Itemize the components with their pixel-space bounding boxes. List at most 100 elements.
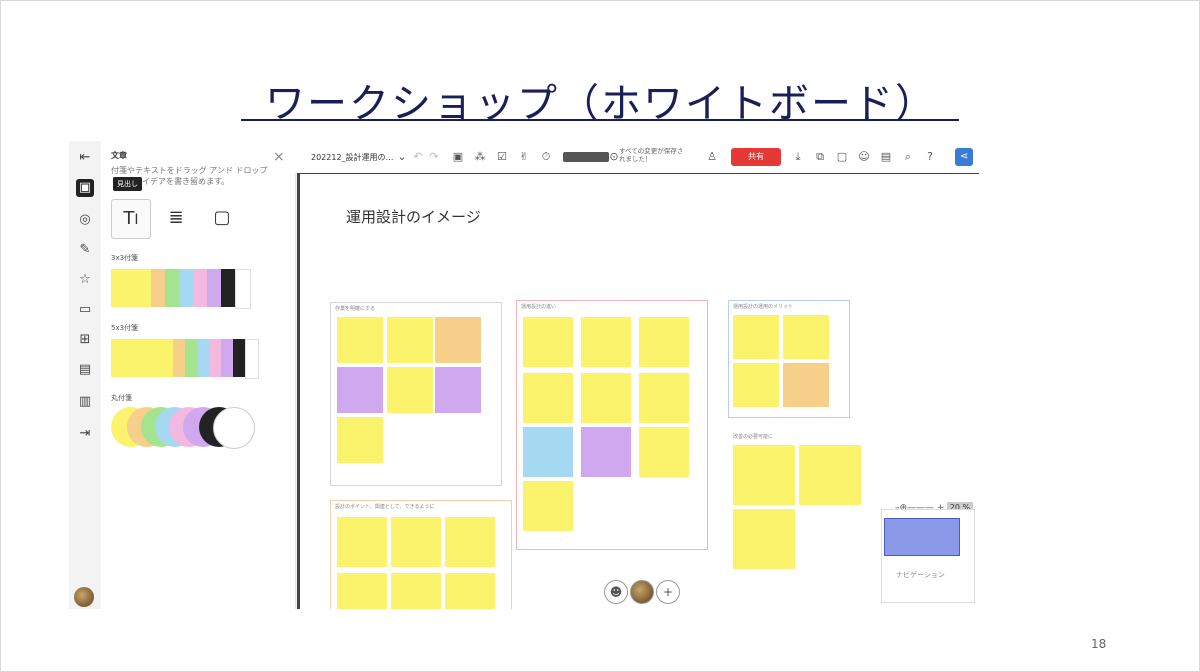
sticky-note[interactable] (435, 317, 481, 363)
pen-icon[interactable]: ✎ (76, 241, 94, 259)
text-tools: TI ≣ ▢ (111, 199, 281, 239)
frame[interactable]: 運用設計の進い (516, 300, 708, 550)
exit-icon[interactable]: ⇤ (76, 149, 94, 167)
table-icon[interactable]: ⊞ (76, 331, 94, 349)
frame[interactable]: 作業を明確にする (330, 302, 502, 486)
sticky-note[interactable] (733, 315, 779, 359)
sticky-note[interactable] (581, 317, 631, 367)
image-icon[interactable]: ▭ (76, 301, 94, 319)
frame-icon[interactable]: ▣ (451, 150, 465, 164)
sticky-note[interactable] (445, 517, 495, 567)
search-icon[interactable]: ⌕ (901, 150, 915, 164)
sticky-note[interactable] (523, 481, 573, 531)
canvas-title: 運用設計のイメージ (346, 208, 481, 226)
top-toolbar: 202212_設計運用の… ⌄ ↶ ↷ ▣ ⁂ ☑ ✌ ⏱ ⊙ すべての変更が保… (295, 141, 979, 174)
frame[interactable]: 改善の必要可能に (728, 430, 880, 576)
page-number: 18 (1091, 637, 1107, 651)
help-icon[interactable]: ? (923, 150, 937, 164)
sticky-note[interactable] (523, 373, 573, 423)
sticky-note[interactable] (337, 517, 387, 567)
sticky-note[interactable] (733, 363, 779, 407)
notes-panel: 文章 × 付箋やテキストをドラッグ アンド ドロップ して、アイデアを書き留めま… (101, 141, 296, 609)
reaction-icon[interactable]: ☺ (857, 150, 871, 164)
square-notes-swatches[interactable] (111, 269, 259, 309)
users-icon[interactable]: ♙ (705, 150, 719, 164)
sticky-note[interactable] (639, 317, 689, 367)
tooltip: 見出し (113, 177, 142, 191)
minimap-viewport[interactable] (884, 518, 960, 556)
save-status: すべての変更が保存されました！ (619, 147, 684, 163)
title-underline (241, 119, 959, 121)
add-button[interactable]: + (656, 580, 680, 604)
sticky-note[interactable] (783, 363, 829, 407)
sticky-note[interactable] (581, 373, 631, 423)
sticky-note[interactable] (391, 517, 441, 567)
panel-title: 文章 (111, 151, 127, 160)
template-icon[interactable]: ▤ (76, 361, 94, 379)
frame-label: 改善の必要可能に (733, 434, 774, 440)
sticky-note[interactable] (639, 427, 689, 477)
sticky-note[interactable] (639, 373, 689, 423)
download-icon[interactable]: ⤓ (791, 150, 805, 164)
frame-label: 作業を明確にする (335, 306, 376, 312)
sticky-note[interactable] (337, 573, 387, 609)
group-icon[interactable]: ⁂ (473, 150, 487, 164)
whiteboard-screenshot: ⇤ ▣ ◎ ✎ ☆ ▭ ⊞ ▤ ▥ ⇥ 文章 × 付箋やテキストをドラッグ アン… (69, 141, 979, 609)
redo-icon[interactable]: ↷ (427, 150, 441, 164)
notes-icon[interactable]: ▤ (879, 150, 893, 164)
frame[interactable]: 設計のポイント、関連として、できるように (330, 500, 512, 609)
sticky-note[interactable] (337, 417, 383, 463)
sticky-note[interactable] (387, 317, 433, 363)
sticky-note[interactable] (435, 367, 481, 413)
sticky-note[interactable] (523, 427, 573, 477)
sticky-note[interactable] (581, 427, 631, 477)
star-icon[interactable]: ☆ (76, 271, 94, 289)
shapes-icon[interactable]: ◎ (76, 211, 94, 229)
share-button[interactable]: 共有 (731, 148, 781, 166)
chat-icon[interactable]: ▢ (835, 150, 849, 164)
frame-label: 運用設計の運用のメリット (733, 304, 794, 310)
minimap[interactable]: ナビゲーション (881, 509, 975, 603)
slide: ワークショップ（ホワイトボード） 18 ⇤ ▣ ◎ ✎ ☆ ▭ ⊞ ▤ ▥ ⇥ … (0, 0, 1200, 672)
round-notes-swatches[interactable] (111, 407, 271, 449)
sticky-note[interactable] (783, 315, 829, 359)
avatar[interactable] (630, 580, 654, 604)
pointer-icon[interactable]: ✌ (517, 150, 531, 164)
sticky-note[interactable] (391, 573, 441, 609)
section-label: 丸付箋 (111, 394, 132, 402)
undo-icon[interactable]: ↶ (411, 150, 425, 164)
avatar[interactable] (74, 587, 94, 607)
text-tool-icon[interactable]: TI (111, 199, 151, 239)
minimap-label: ナビゲーション (896, 571, 945, 579)
section-label: 3x3付箋 (111, 254, 139, 262)
checklist-icon[interactable]: ☑ (495, 150, 509, 164)
section-label: 5x3付箋 (111, 324, 139, 332)
sticky-note[interactable] (387, 367, 433, 413)
frame-label: 設計のポイント、関連として、できるように (335, 504, 435, 510)
comment-icon[interactable]: ⧉ (813, 150, 827, 164)
sticky-note[interactable] (799, 445, 861, 505)
import-icon[interactable]: ⇥ (76, 425, 94, 443)
speech-bubble-icon[interactable]: ▢ (203, 199, 241, 237)
sticky-note[interactable] (337, 367, 383, 413)
whiteboard-canvas[interactable]: 運用設計のイメージ 作業を明確にする 運用設計の進い 運用設計の運用のメリット … (297, 173, 979, 609)
sticky-note[interactable] (337, 317, 383, 363)
frame-label: 運用設計の進い (521, 304, 557, 310)
reaction-button[interactable]: ☻ (604, 580, 628, 604)
sticky-note-icon[interactable]: ▣ (76, 179, 94, 197)
board-name[interactable]: 202212_設計運用の… (311, 152, 394, 163)
timer-display (563, 152, 609, 162)
library-icon[interactable]: ▥ (76, 393, 94, 411)
frame[interactable]: 運用設計の運用のメリット (728, 300, 850, 418)
left-rail: ⇤ ▣ ◎ ✎ ☆ ▭ ⊞ ▤ ▥ ⇥ (69, 141, 101, 609)
sticky-note[interactable] (733, 509, 795, 569)
timer-icon[interactable]: ⏱ (539, 150, 553, 164)
sticky-note[interactable] (523, 317, 573, 367)
sticky-note[interactable] (733, 445, 795, 505)
paragraph-tool-icon[interactable]: ≣ (157, 199, 195, 237)
close-icon[interactable]: × (273, 149, 285, 165)
wide-notes-swatches[interactable] (111, 339, 261, 379)
chevron-down-icon[interactable]: ⌄ (395, 150, 409, 164)
share-icon[interactable]: ⋖ (955, 148, 973, 166)
sticky-note[interactable] (445, 573, 495, 609)
